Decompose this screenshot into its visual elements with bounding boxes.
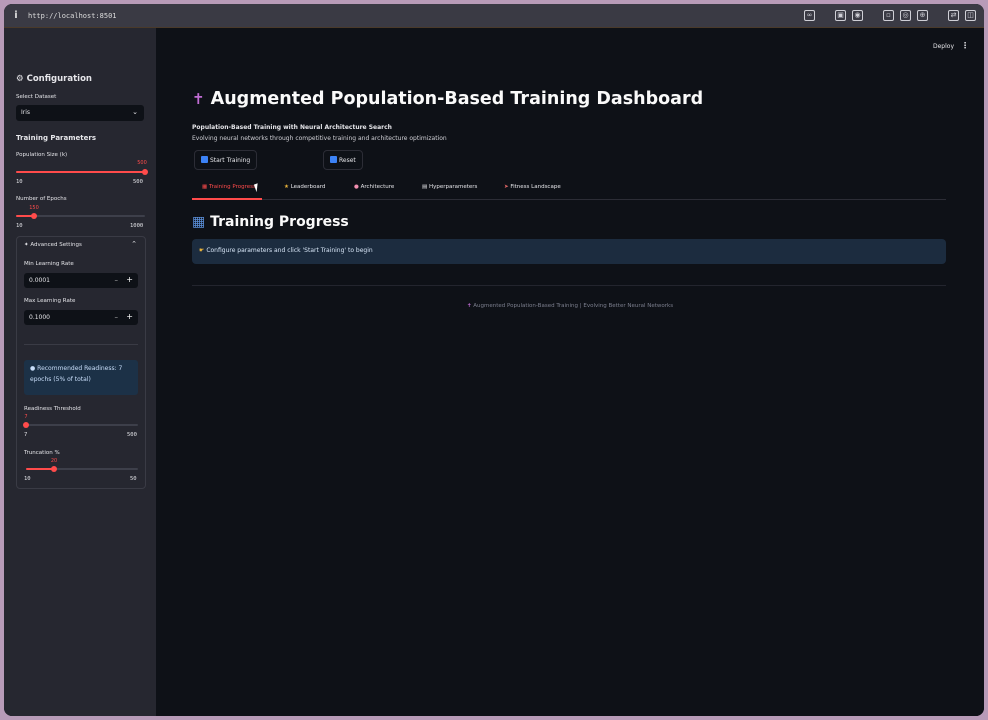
deploy-button[interactable]: Deploy: [933, 43, 954, 50]
bar-chart-icon: ▦: [192, 214, 206, 230]
readiness-info: ● Recommended Readiness: 7 epochs (5% of…: [24, 360, 138, 395]
footer-divider: [192, 285, 946, 286]
truncation-label: Truncation %: [24, 450, 60, 456]
tab-training-progress[interactable]: ▦ Training Progress: [202, 184, 256, 190]
notebook-icon: ▤: [422, 184, 428, 190]
population-min: 10: [16, 179, 23, 185]
wand-icon: ✦: [24, 242, 29, 248]
brain-icon: ●: [354, 184, 359, 190]
sidebar-toggle-icon[interactable]: ◫: [965, 10, 976, 21]
tab-leaderboard[interactable]: ★ Leaderboard: [284, 184, 325, 190]
readiness-min: 7: [24, 432, 28, 438]
truncation-slider[interactable]: [26, 466, 138, 472]
truncation-min: 10: [24, 476, 31, 482]
browser-toolbar: i http://localhost:8501 ∞ ▣ ◉ ▫ ◎ ⊕ ⇄ ◫: [4, 4, 984, 28]
dataset-value: Iris: [21, 109, 31, 116]
swap-icon[interactable]: ⇄: [948, 10, 959, 21]
epochs-min: 10: [16, 223, 23, 229]
start-training-button[interactable]: Start Training: [194, 150, 258, 170]
window-icon[interactable]: ▫: [883, 10, 894, 21]
pointing-hand-icon: ☛: [199, 247, 205, 254]
sidebar: ⚙ Configuration Select Dataset Iris ⌄ Tr…: [4, 28, 156, 716]
tab-fitness-landscape[interactable]: ➤ Fitness Landscape: [504, 184, 561, 190]
population-value: 500: [137, 160, 147, 166]
min-lr-label: Min Learning Rate: [24, 261, 74, 267]
target-icon[interactable]: ⊕: [917, 10, 928, 21]
page-title: ✝ Augmented Population-Based Training Da…: [192, 89, 704, 109]
training-params-heading: Training Parameters: [16, 134, 96, 142]
epochs-value: 150: [29, 205, 39, 211]
refresh-icon: [330, 156, 337, 163]
epochs-max: 1000: [130, 223, 144, 229]
min-lr-decrement[interactable]: –: [115, 276, 119, 284]
screenshot-icon[interactable]: ▣: [835, 10, 846, 21]
epochs-thumb[interactable]: [31, 213, 38, 219]
readiness-max: 500: [127, 432, 137, 438]
advanced-settings-expander: ✦ Advanced Settings ⌃ Min Learning Rate …: [16, 236, 146, 489]
url-bar[interactable]: http://localhost:8501: [28, 12, 117, 20]
truncation-max: 50: [130, 476, 137, 482]
tagline: Evolving neural networks through competi…: [192, 135, 447, 142]
max-lr-increment[interactable]: +: [126, 312, 133, 321]
section-title: ▦ Training Progress: [192, 214, 349, 230]
active-tab-indicator: [192, 198, 262, 200]
min-lr-value: 0.0001: [29, 277, 50, 284]
population-slider[interactable]: [16, 169, 148, 175]
camera-icon[interactable]: ◉: [852, 10, 863, 21]
dataset-label: Select Dataset: [16, 94, 57, 100]
truncation-value: 20: [50, 458, 58, 464]
dna-icon: ✝: [466, 303, 472, 309]
chevron-down-icon: ⌄: [132, 108, 138, 116]
chart-icon: ▦: [202, 184, 208, 190]
tab-hyperparameters[interactable]: ▤ Hyperparameters: [422, 184, 477, 190]
info-icon[interactable]: i: [4, 10, 28, 21]
readiness-slider[interactable]: [23, 422, 138, 428]
globe-icon[interactable]: ◎: [900, 10, 911, 21]
trophy-icon: ★: [284, 184, 289, 190]
population-fill: [16, 171, 145, 173]
kebab-menu-icon[interactable]: ⋮: [961, 41, 969, 50]
max-lr-decrement[interactable]: –: [115, 313, 119, 321]
readiness-value: 7: [24, 414, 28, 420]
dataset-select[interactable]: Iris ⌄: [16, 105, 144, 121]
population-thumb[interactable]: [142, 169, 148, 175]
main-content: Deploy ⋮ ✝ Augmented Population-Based Tr…: [156, 28, 984, 716]
epochs-label: Number of Epochs: [16, 196, 67, 202]
browser-window: i http://localhost:8501 ∞ ▣ ◉ ▫ ◎ ⊕ ⇄ ◫ …: [4, 4, 984, 716]
max-lr-input[interactable]: 0.1000 – +: [24, 310, 138, 325]
max-lr-label: Max Learning Rate: [24, 298, 76, 304]
browser-tools: ∞ ▣ ◉ ▫ ◎ ⊕ ⇄ ◫: [804, 10, 976, 21]
readiness-label: Readiness Threshold: [24, 406, 81, 412]
population-max: 500: [133, 179, 143, 185]
subtitle: Population-Based Training with Neural Ar…: [192, 124, 392, 131]
truncation-thumb[interactable]: [51, 466, 57, 472]
play-icon: [201, 156, 208, 163]
chevron-up-icon[interactable]: ⌃: [131, 240, 137, 248]
dna-icon: ✝: [192, 90, 205, 108]
rocket-icon: ➤: [504, 184, 509, 190]
info-alert: ☛ Configure parameters and click 'Start …: [192, 239, 946, 264]
gear-icon: ⚙: [16, 74, 24, 84]
reset-button[interactable]: Reset: [323, 150, 363, 170]
readiness-thumb[interactable]: [23, 422, 29, 428]
population-label: Population Size (k): [16, 152, 68, 158]
footer: ✝ Augmented Population-Based Training | …: [466, 303, 674, 309]
sidebar-title: ⚙ Configuration: [16, 74, 92, 84]
tab-architecture[interactable]: ● Architecture: [354, 184, 394, 190]
max-lr-value: 0.1000: [29, 314, 50, 321]
advanced-settings-header[interactable]: ✦ Advanced Settings: [24, 242, 82, 248]
min-lr-input[interactable]: 0.0001 – +: [24, 273, 138, 288]
truncation-fill: [26, 468, 54, 470]
link-icon[interactable]: ∞: [804, 10, 815, 21]
lightbulb-icon: ●: [30, 365, 36, 372]
min-lr-increment[interactable]: +: [126, 275, 133, 284]
epochs-slider[interactable]: [16, 213, 145, 219]
divider: [24, 344, 138, 345]
tab-bar: ▦ Training Progress ★ Leaderboard ● Arch…: [192, 178, 946, 200]
